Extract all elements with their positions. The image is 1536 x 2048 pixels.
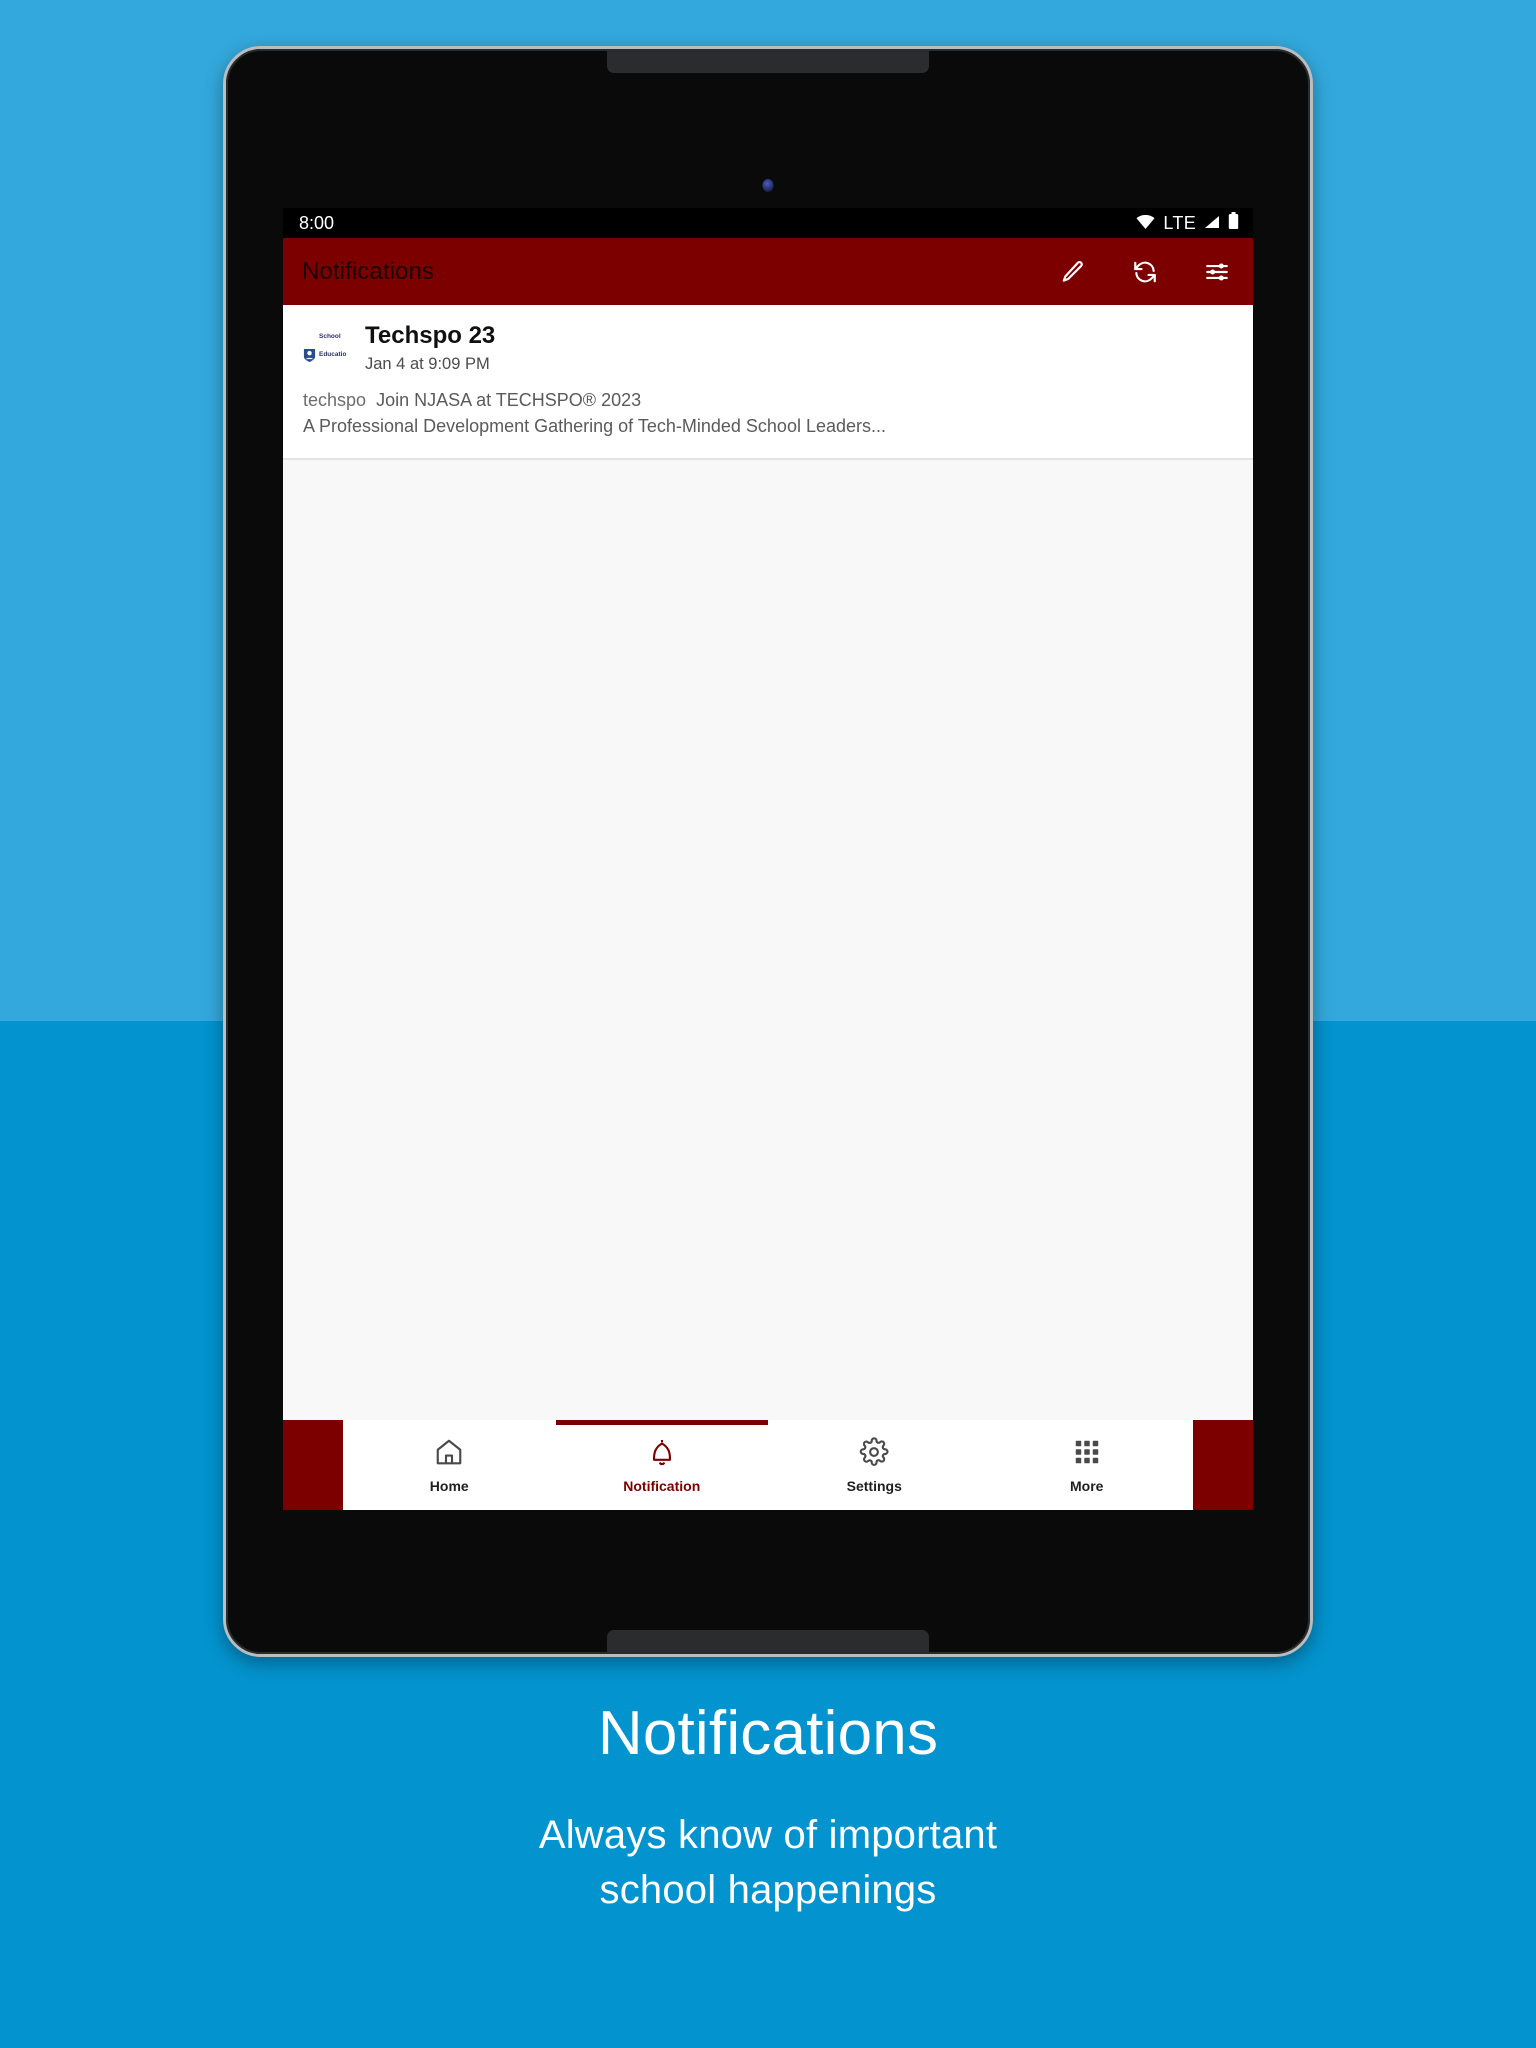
status-bar: 8:00 LTE <box>283 208 1253 238</box>
status-bar-indicators: LTE <box>1136 212 1239 234</box>
notification-timestamp: Jan 4 at 9:09 PM <box>365 354 490 373</box>
njasa-logo: Assoc School Educatio <box>303 325 349 367</box>
shield-emblem-icon <box>303 348 316 363</box>
bottom-nav-right-pad <box>1193 1420 1253 1510</box>
logo-text-line3: Educatio <box>319 350 347 358</box>
active-tab-indicator <box>555 1420 768 1425</box>
bell-icon <box>647 1437 677 1472</box>
list-item[interactable]: Assoc School Educatio <box>283 305 1253 461</box>
bottom-nav-item-settings[interactable]: Settings <box>768 1420 981 1510</box>
grid-icon <box>1072 1437 1102 1472</box>
caption-subtitle: Always know of important school happenin… <box>0 1808 1536 1918</box>
bottom-nav-items: Home Notification Settings More <box>343 1420 1193 1510</box>
network-type-label: LTE <box>1163 212 1196 233</box>
bottom-nav-left-pad <box>283 1420 343 1510</box>
logo-text-line2: School <box>319 332 341 340</box>
app-bar: Notifications <box>283 238 1253 305</box>
bottom-nav-item-home[interactable]: Home <box>343 1420 556 1510</box>
bottom-nav-item-notification[interactable]: Notification <box>555 1420 768 1510</box>
gear-icon <box>859 1436 889 1472</box>
bottom-nav-label-more: More <box>1070 1477 1104 1494</box>
app-bar-actions <box>1059 258 1231 286</box>
caption-subtitle-line-2: school happenings <box>599 1868 937 1913</box>
wifi-icon <box>1136 213 1155 234</box>
notification-header: Assoc School Educatio <box>303 322 1233 374</box>
caption-title: Notifications <box>597 1699 939 1768</box>
compose-icon[interactable] <box>1059 258 1087 286</box>
notification-source-tag: techspo <box>303 389 367 410</box>
bottom-navigation-bar: Home Notification Settings More <box>283 1420 1253 1510</box>
bottom-nav-item-more[interactable]: More <box>981 1420 1194 1510</box>
page-title: Notifications <box>302 257 435 285</box>
key-emblem-icon <box>306 325 309 326</box>
bottom-nav-label-notification: Notification <box>623 1477 701 1494</box>
status-bar-clock: 8:00 <box>299 212 335 233</box>
refresh-icon[interactable] <box>1131 258 1159 286</box>
notification-body-line-2: A Professional Development Gathering of … <box>303 415 887 436</box>
notification-list[interactable]: Assoc School Educatio <box>283 305 1253 1420</box>
filter-icon[interactable] <box>1203 258 1231 286</box>
top-speaker-slot <box>607 51 929 73</box>
notification-body-line-1: techspo Join NJASA at TECHSPO® 2023 <box>303 387 1233 413</box>
home-icon <box>434 1437 464 1472</box>
front-camera-icon <box>762 179 774 192</box>
notification-title: Techspo 23 <box>365 322 496 349</box>
bottom-nav-label-home: Home <box>429 1477 469 1494</box>
notification-body: techspo Join NJASA at TECHSPO® 2023 A Pr… <box>303 387 1233 439</box>
device-screen: 8:00 LTE Notifications School Educatio T… <box>283 208 1253 1510</box>
promo-caption: Notifications Always know of important s… <box>0 1699 1536 1919</box>
caption-subtitle-line-1: Always know of important <box>538 1813 998 1858</box>
notification-titles: Techspo 23 Jan 4 at 9:09 PM <box>365 322 495 374</box>
bottom-speaker-slot <box>607 1630 929 1652</box>
signal-icon <box>1204 213 1220 234</box>
notification-subject: Join NJASA at TECHSPO® 2023 <box>376 389 642 410</box>
battery-icon <box>1228 212 1239 234</box>
bottom-nav-label-settings: Settings <box>846 1477 902 1494</box>
